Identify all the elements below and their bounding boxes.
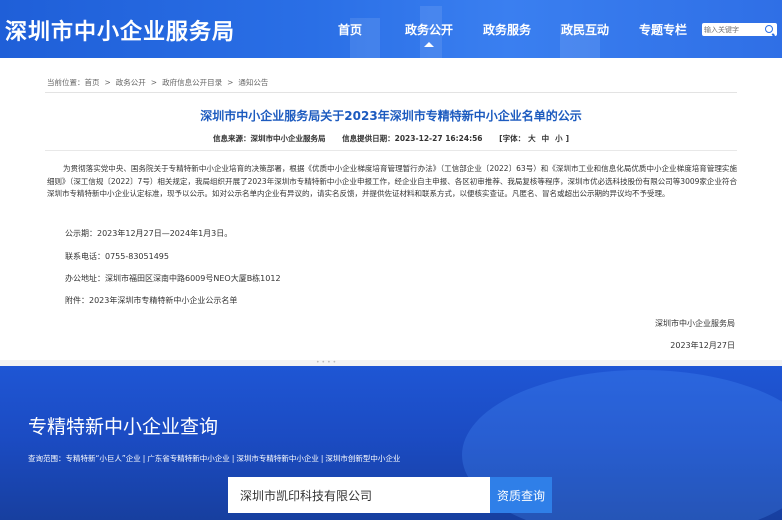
font-size-end: ] [565, 134, 570, 143]
article-title: 深圳市中小企业服务局关于2023年深圳市专精特新中小企业名单的公示 [200, 109, 582, 123]
nav-item-government-services[interactable]: 政务服务 [483, 21, 531, 38]
query-title: 专精特新中小企业查询 [28, 416, 219, 438]
site-logo[interactable]: 深圳市中小企业服务局 [5, 14, 235, 46]
nav-item-home[interactable]: 首页 [338, 21, 362, 38]
title-divider [45, 150, 737, 151]
breadcrumb: 当前位置：首页 > 政务公开 > 政府信息公开目录 > 通知公告 [47, 77, 268, 88]
breadcrumb-notices[interactable]: 通知公告 [238, 78, 268, 87]
font-size-medium[interactable]: 中 [542, 134, 550, 143]
query-scope: 查询范围：专精特新“小巨人”企业 | 广东省专精特新中小企业 | 深圳市专精特新中小企业… [28, 453, 400, 464]
contact-phone: 联系电话：0755-83051495 [65, 252, 169, 261]
scope-label: 查询范围： [28, 454, 66, 463]
breadcrumb-government-affairs[interactable]: 政务公开 [116, 78, 146, 87]
info-source: 信息来源：深圳市中小企业服务局 [212, 134, 326, 143]
breadcrumb-prefix: 当前位置： [47, 78, 85, 87]
article-body: 为贯彻落实党中央、国务院关于专精特新中小企业培育的决策部署，根据《优质中小企业梯… [47, 164, 737, 199]
info-date: 信息提供日期：2023-12-27 16:24:56 [342, 134, 483, 143]
scope-little-giant[interactable]: 专精特新“小巨人”企业 [66, 454, 141, 463]
company-query-panel: •••• 专精特新中小企业查询 查询范围：专精特新“小巨人”企业 | 广东省专精特新… [0, 360, 782, 520]
article-meta: 信息来源：深圳市中小企业服务局 信息提供日期：2023-12-27 16:24:… [0, 133, 782, 144]
qualification-query-button[interactable]: 资质查询 [490, 477, 552, 513]
search-icon[interactable] [765, 25, 773, 33]
breadcrumb-info-catalog[interactable]: 政府信息公开目录 [162, 78, 222, 87]
nav-item-government-affairs[interactable]: 政务公开 [405, 21, 453, 47]
signer: 深圳市中小企业服务局 [655, 319, 735, 328]
company-name-input[interactable] [228, 477, 490, 513]
nav-item-public-interaction[interactable]: 政民互动 [561, 21, 609, 38]
panel-top-band [0, 360, 782, 366]
breadcrumb-separator: > [150, 78, 158, 87]
attachment-link[interactable]: 附件：2023年深圳市专精特新中小企业公示名单 [65, 295, 237, 306]
breadcrumb-divider [45, 92, 737, 93]
search-input[interactable] [704, 23, 762, 36]
font-size-small[interactable]: 小 [555, 134, 563, 143]
breadcrumb-home[interactable]: 首页 [85, 78, 100, 87]
scope-innovative[interactable]: 深圳市创新型中小企业 [325, 454, 400, 463]
notice-period: 公示期：2023年12月27日—2024年1月3日。 [65, 229, 233, 238]
office-address: 办公地址：深圳市福田区深南中路6009号NEO大厦B栋1012 [65, 274, 281, 283]
scope-shenzhen[interactable]: 深圳市专精特新中小企业 [236, 454, 319, 463]
header-search-box [702, 23, 777, 36]
font-size-large[interactable]: 大 [528, 134, 536, 143]
carousel-dots[interactable]: •••• [316, 360, 338, 366]
scope-guangdong[interactable]: 广东省专精特新中小企业 [147, 454, 230, 463]
scope-separator: | [142, 454, 146, 463]
breadcrumb-separator: > [104, 78, 111, 87]
font-size-label: [字体： [499, 134, 526, 143]
site-header: 深圳市中小企业服务局 首页 政务公开 政务服务 政民互动 专题专栏 [0, 0, 782, 58]
breadcrumb-separator: > [227, 78, 234, 87]
scope-separator: | [320, 454, 324, 463]
sign-date: 2023年12月27日 [670, 341, 735, 350]
scope-separator: | [231, 454, 235, 463]
nav-item-special-topics[interactable]: 专题专栏 [639, 21, 687, 38]
font-size-selector: [字体：大中小] [499, 134, 569, 143]
